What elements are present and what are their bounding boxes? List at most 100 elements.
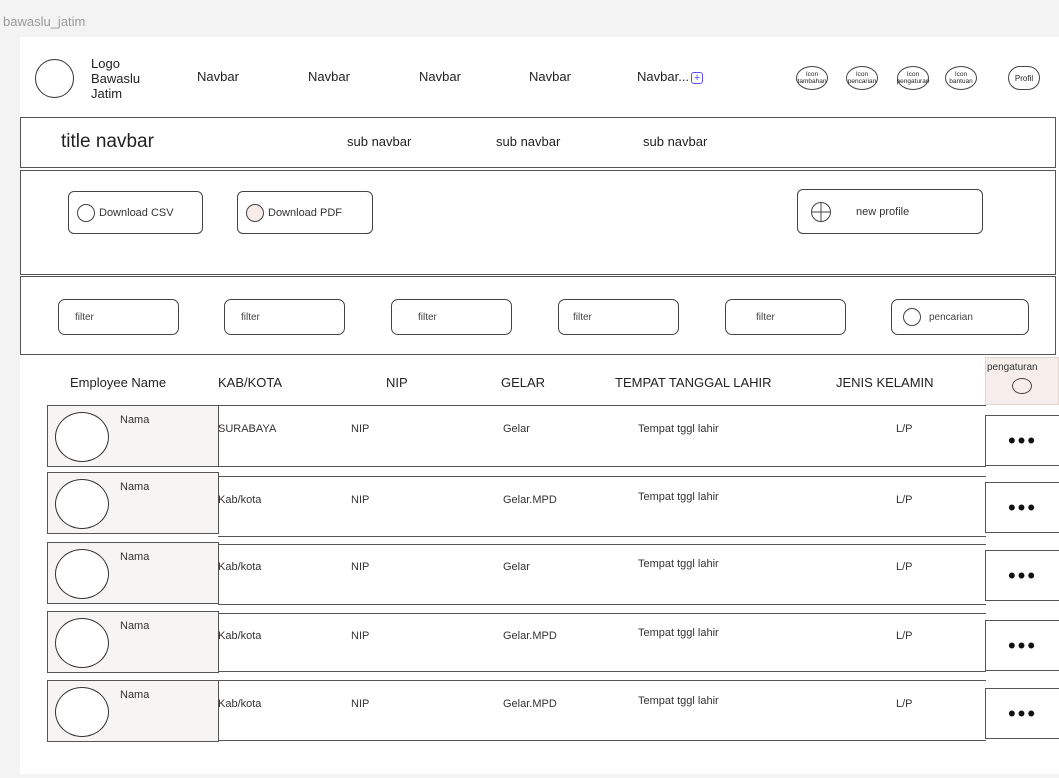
icon-label: Icon <box>855 71 869 78</box>
row-divider <box>218 536 986 537</box>
logo-text: Logo Bawaslu Jatim <box>91 56 161 101</box>
help-icon-button[interactable]: Icon bantuan <box>945 66 977 90</box>
settings-column-label: pengaturan <box>987 362 1038 373</box>
cell-ttl: Tempat tggl lahir <box>638 491 719 503</box>
nav-item-4[interactable]: Navbar <box>529 69 571 84</box>
avatar <box>55 412 109 462</box>
employee-name: Nama <box>120 481 150 493</box>
download-pdf-label: Download PDF <box>268 206 342 219</box>
column-header-gelar: GELAR <box>501 375 546 390</box>
cell-nip: NIP <box>351 630 370 642</box>
row-actions-button[interactable]: ••• <box>985 415 1059 466</box>
add-circle-icon <box>811 201 831 222</box>
table-row-name-cell[interactable]: Nama <box>47 611 219 673</box>
row-actions-button[interactable]: ••• <box>985 482 1059 533</box>
cell-nip: NIP <box>351 561 370 573</box>
search-button[interactable]: pencarian <box>891 299 1029 335</box>
download-pdf-button[interactable]: Download PDF <box>237 191 373 234</box>
filter-input-4[interactable]: filter <box>558 299 679 335</box>
logo-image[interactable] <box>35 59 74 98</box>
filter-input-2[interactable]: filter <box>224 299 345 335</box>
cell-kab: Kab/kota <box>218 630 262 642</box>
column-header-ttl: TEMPAT TANGGAL LAHIR <box>615 375 772 390</box>
plus-icon[interactable]: + <box>691 71 704 84</box>
nav-item-3[interactable]: Navbar <box>419 69 461 84</box>
employee-name: Nama <box>120 689 150 701</box>
new-profile-label: new profile <box>856 205 910 218</box>
cell-gelar: Gelar <box>503 561 530 573</box>
cell-kab: Kab/kota <box>218 698 262 710</box>
search-icon-button[interactable]: Icon pencarian <box>846 66 878 90</box>
cell-nip: NIP <box>351 423 370 435</box>
table-row-name-cell[interactable]: Nama <box>47 472 219 534</box>
row-divider <box>218 405 986 406</box>
cell-jk: L/P <box>896 494 913 506</box>
nav-item-5-label: Navbar... <box>637 69 690 84</box>
settings-circle-icon <box>1012 378 1032 394</box>
avatar <box>55 479 109 529</box>
icon-label: Icon <box>805 71 819 78</box>
row-divider <box>218 671 986 672</box>
cell-ttl: Tempat tggl lahir <box>638 627 719 639</box>
row-actions-button[interactable]: ••• <box>985 620 1059 671</box>
cell-gelar: Gelar.MPD <box>503 630 557 642</box>
icon-label: Icon <box>906 71 920 78</box>
icon-label: Icon <box>954 71 968 78</box>
nav-item-2[interactable]: Navbar <box>308 69 350 84</box>
cell-gelar: Gelar <box>503 423 530 435</box>
frame-label: bawaslu_jatim <box>3 14 86 29</box>
sub-navbar-item-1[interactable]: sub navbar <box>347 134 411 149</box>
cell-jk: L/P <box>896 423 913 435</box>
column-header-kab-kota: KAB/KOTA <box>218 375 283 390</box>
add-icon-button[interactable]: Icon tambahan <box>796 66 828 90</box>
icon-label: pencarian <box>847 78 877 85</box>
employee-name: Nama <box>120 620 150 632</box>
cell-nip: NIP <box>351 698 370 710</box>
table-row-name-cell[interactable]: Nama <box>47 542 219 604</box>
row-actions-button[interactable]: ••• <box>985 550 1059 601</box>
profile-button[interactable]: Profil <box>1008 66 1040 90</box>
cell-gelar: Gelar.MPD <box>503 698 557 710</box>
employee-name: Nama <box>120 414 150 426</box>
sub-navbar-item-3[interactable]: sub navbar <box>643 134 707 149</box>
row-divider <box>218 680 986 681</box>
app-frame: Logo Bawaslu Jatim Navbar Navbar Navbar … <box>20 37 1059 774</box>
cell-ttl: Tempat tggl lahir <box>638 558 719 570</box>
cell-jk: L/P <box>896 698 913 710</box>
cell-ttl: Tempat tggl lahir <box>638 695 719 707</box>
employee-name: Nama <box>120 551 150 563</box>
row-divider <box>218 466 986 467</box>
download-csv-button[interactable]: Download CSV <box>68 191 203 234</box>
logo-line-3: Jatim <box>91 86 123 101</box>
icon-label: pengaturan <box>896 78 930 85</box>
cell-kab: SURABAYA <box>218 423 277 435</box>
sub-navbar-item-2[interactable]: sub navbar <box>496 134 560 149</box>
logo-line-1: Logo <box>91 56 120 71</box>
nav-item-1[interactable]: Navbar <box>197 69 239 84</box>
page-title: title navbar <box>61 131 154 152</box>
avatar <box>55 549 109 599</box>
settings-column-header[interactable]: pengaturan <box>985 357 1059 405</box>
row-actions-button[interactable]: ••• <box>985 688 1059 739</box>
row-divider <box>218 476 986 477</box>
filter-input-5[interactable]: filter <box>725 299 846 335</box>
avatar <box>55 687 109 737</box>
cell-gelar: Gelar.MPD <box>503 494 557 506</box>
filter-input-3[interactable]: filter <box>391 299 512 335</box>
new-profile-button[interactable]: new profile <box>797 189 983 234</box>
column-header-employee-name: Employee Name <box>70 375 167 390</box>
icon-label: tambahan <box>797 78 827 85</box>
table-row-name-cell[interactable]: Nama <box>47 405 219 467</box>
nav-item-5[interactable]: Navbar... + <box>637 69 704 84</box>
column-header-nip: NIP <box>386 375 408 390</box>
table-row-name-cell[interactable]: Nama <box>47 680 219 742</box>
circle-icon <box>246 203 264 222</box>
row-divider <box>218 613 986 614</box>
cell-ttl: Tempat tggl lahir <box>638 423 719 435</box>
filter-input-1[interactable]: filter <box>58 299 179 335</box>
row-divider <box>218 544 986 545</box>
settings-icon-button[interactable]: Icon pengaturan <box>897 66 929 90</box>
logo-line-2: Bawaslu <box>91 71 141 86</box>
search-label: pencarian <box>929 311 973 323</box>
row-divider <box>218 604 986 605</box>
